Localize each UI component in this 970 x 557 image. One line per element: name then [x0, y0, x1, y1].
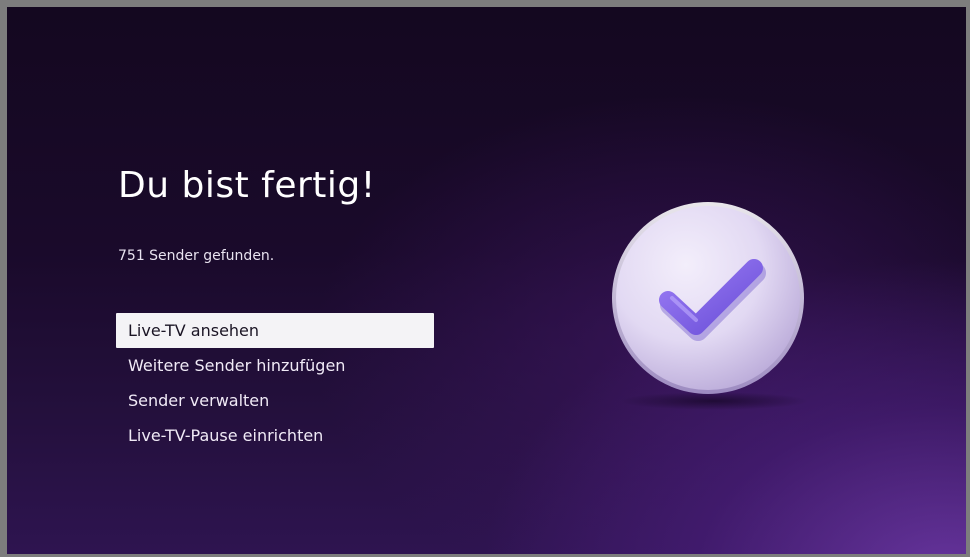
setup-complete-screen: Du bist fertig! 751 Sender gefunden. Liv… — [7, 7, 966, 554]
menu-item-setup-live-pause[interactable]: Live-TV-Pause einrichten — [116, 418, 434, 453]
menu-item-manage-channels[interactable]: Sender verwalten — [116, 383, 434, 418]
menu-item-add-channels[interactable]: Weitere Sender hinzufügen — [116, 348, 434, 383]
channel-count-status: 751 Sender gefunden. — [118, 248, 275, 264]
action-menu: Live-TV ansehen Weitere Sender hinzufüge… — [116, 313, 434, 453]
checkmark-badge — [610, 200, 806, 396]
menu-item-watch-live-tv[interactable]: Live-TV ansehen — [116, 313, 434, 348]
checkmark-icon — [612, 202, 804, 394]
page-title: Du bist fertig! — [118, 165, 376, 206]
